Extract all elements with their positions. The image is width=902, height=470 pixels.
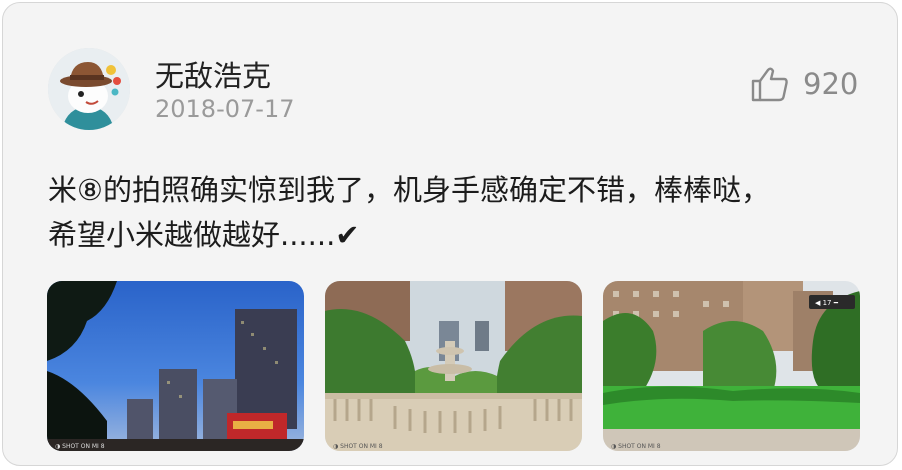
post-date: 2018-07-17: [155, 95, 295, 123]
svg-text:◑ SHOT ON MI 8: ◑ SHOT ON MI 8: [333, 443, 383, 450]
svg-text:◑ SHOT ON MI 8: ◑ SHOT ON MI 8: [611, 443, 661, 450]
post-photo[interactable]: ◑ SHOT ON MI 8: [47, 281, 304, 451]
post-card: 无敌浩克 2018-07-17 920 米⑧的拍照确实惊到我了，机身手感确定不错…: [2, 2, 898, 466]
post-photo[interactable]: ◀ 17 ━ ◑ SHOT ON MI 8: [603, 281, 860, 451]
svg-text:◀ 17 ━: ◀ 17 ━: [815, 299, 839, 307]
author-name[interactable]: 无敌浩克: [155, 53, 271, 95]
like-count: 920: [803, 67, 859, 101]
post-content: 米⑧的拍照确实惊到我了，机身手感确定不错，棒棒哒， 希望小米越做越好......…: [48, 168, 868, 258]
thumbs-up-icon: [751, 66, 789, 102]
post-text-line: 希望小米越做越好......✔: [48, 218, 360, 252]
post-text-line: 米⑧的拍照确实惊到我了，机身手感确定不错，棒棒哒，: [48, 173, 770, 207]
svg-text:◑ SHOT ON MI 8: ◑ SHOT ON MI 8: [55, 443, 105, 450]
post-photo[interactable]: ◑ SHOT ON MI 8: [325, 281, 582, 451]
like-button[interactable]: 920: [751, 66, 858, 102]
avatar[interactable]: [48, 48, 130, 130]
